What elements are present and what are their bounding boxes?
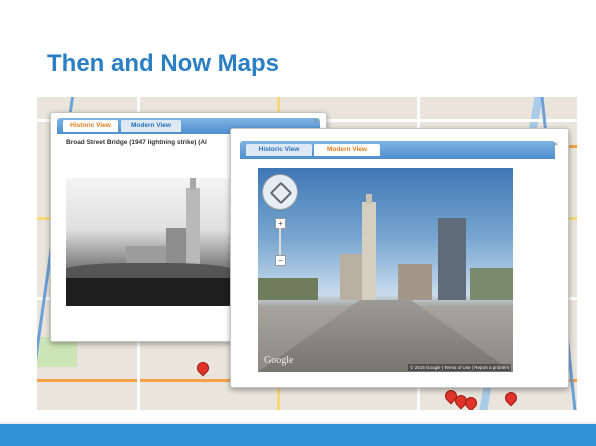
tab-modern-view[interactable]: Modern View (314, 144, 380, 156)
building-silhouette (438, 218, 466, 300)
close-icon[interactable]: × (553, 139, 558, 149)
historic-photo (66, 178, 231, 306)
map-pin-icon[interactable] (194, 359, 212, 377)
tower-spire (366, 194, 372, 204)
street-view-panorama[interactable]: + − Google © 2015 Google | Terms of Use … (258, 168, 513, 372)
bridge-debris (66, 278, 231, 306)
pan-control-icon[interactable] (262, 174, 298, 210)
tab-historic-view[interactable]: Historic View (246, 144, 312, 156)
modern-view-window: Historic View Modern View × + − Google ©… (230, 128, 569, 388)
tower-spire (190, 178, 196, 190)
tab-historic-view[interactable]: Historic View (63, 120, 118, 132)
historic-photo-caption: Broad Street Bridge (1947 lightning stri… (66, 139, 207, 146)
presentation-slide: Then and Now Maps Historic View Modern V… (0, 0, 596, 446)
slide-title: Then and Now Maps (47, 50, 280, 77)
trees (258, 278, 318, 300)
map-pin-icon[interactable] (502, 389, 520, 407)
tower-silhouette (362, 202, 376, 300)
trees (470, 268, 513, 300)
roadway (258, 300, 513, 372)
zoom-slider[interactable] (279, 228, 281, 255)
building-silhouette (340, 254, 362, 300)
close-icon[interactable]: × (313, 116, 318, 126)
building-silhouette (398, 264, 432, 300)
footer-bar (0, 424, 596, 446)
zoom-out-icon[interactable]: − (275, 255, 286, 266)
tab-modern-view[interactable]: Modern View (121, 120, 181, 132)
google-watermark: Google (264, 355, 294, 366)
map-attribution[interactable]: © 2015 Google | Terms of Use | Report a … (408, 364, 511, 371)
modern-window-tab-bar: Historic View Modern View (240, 141, 555, 159)
bridge-arch (66, 263, 231, 279)
